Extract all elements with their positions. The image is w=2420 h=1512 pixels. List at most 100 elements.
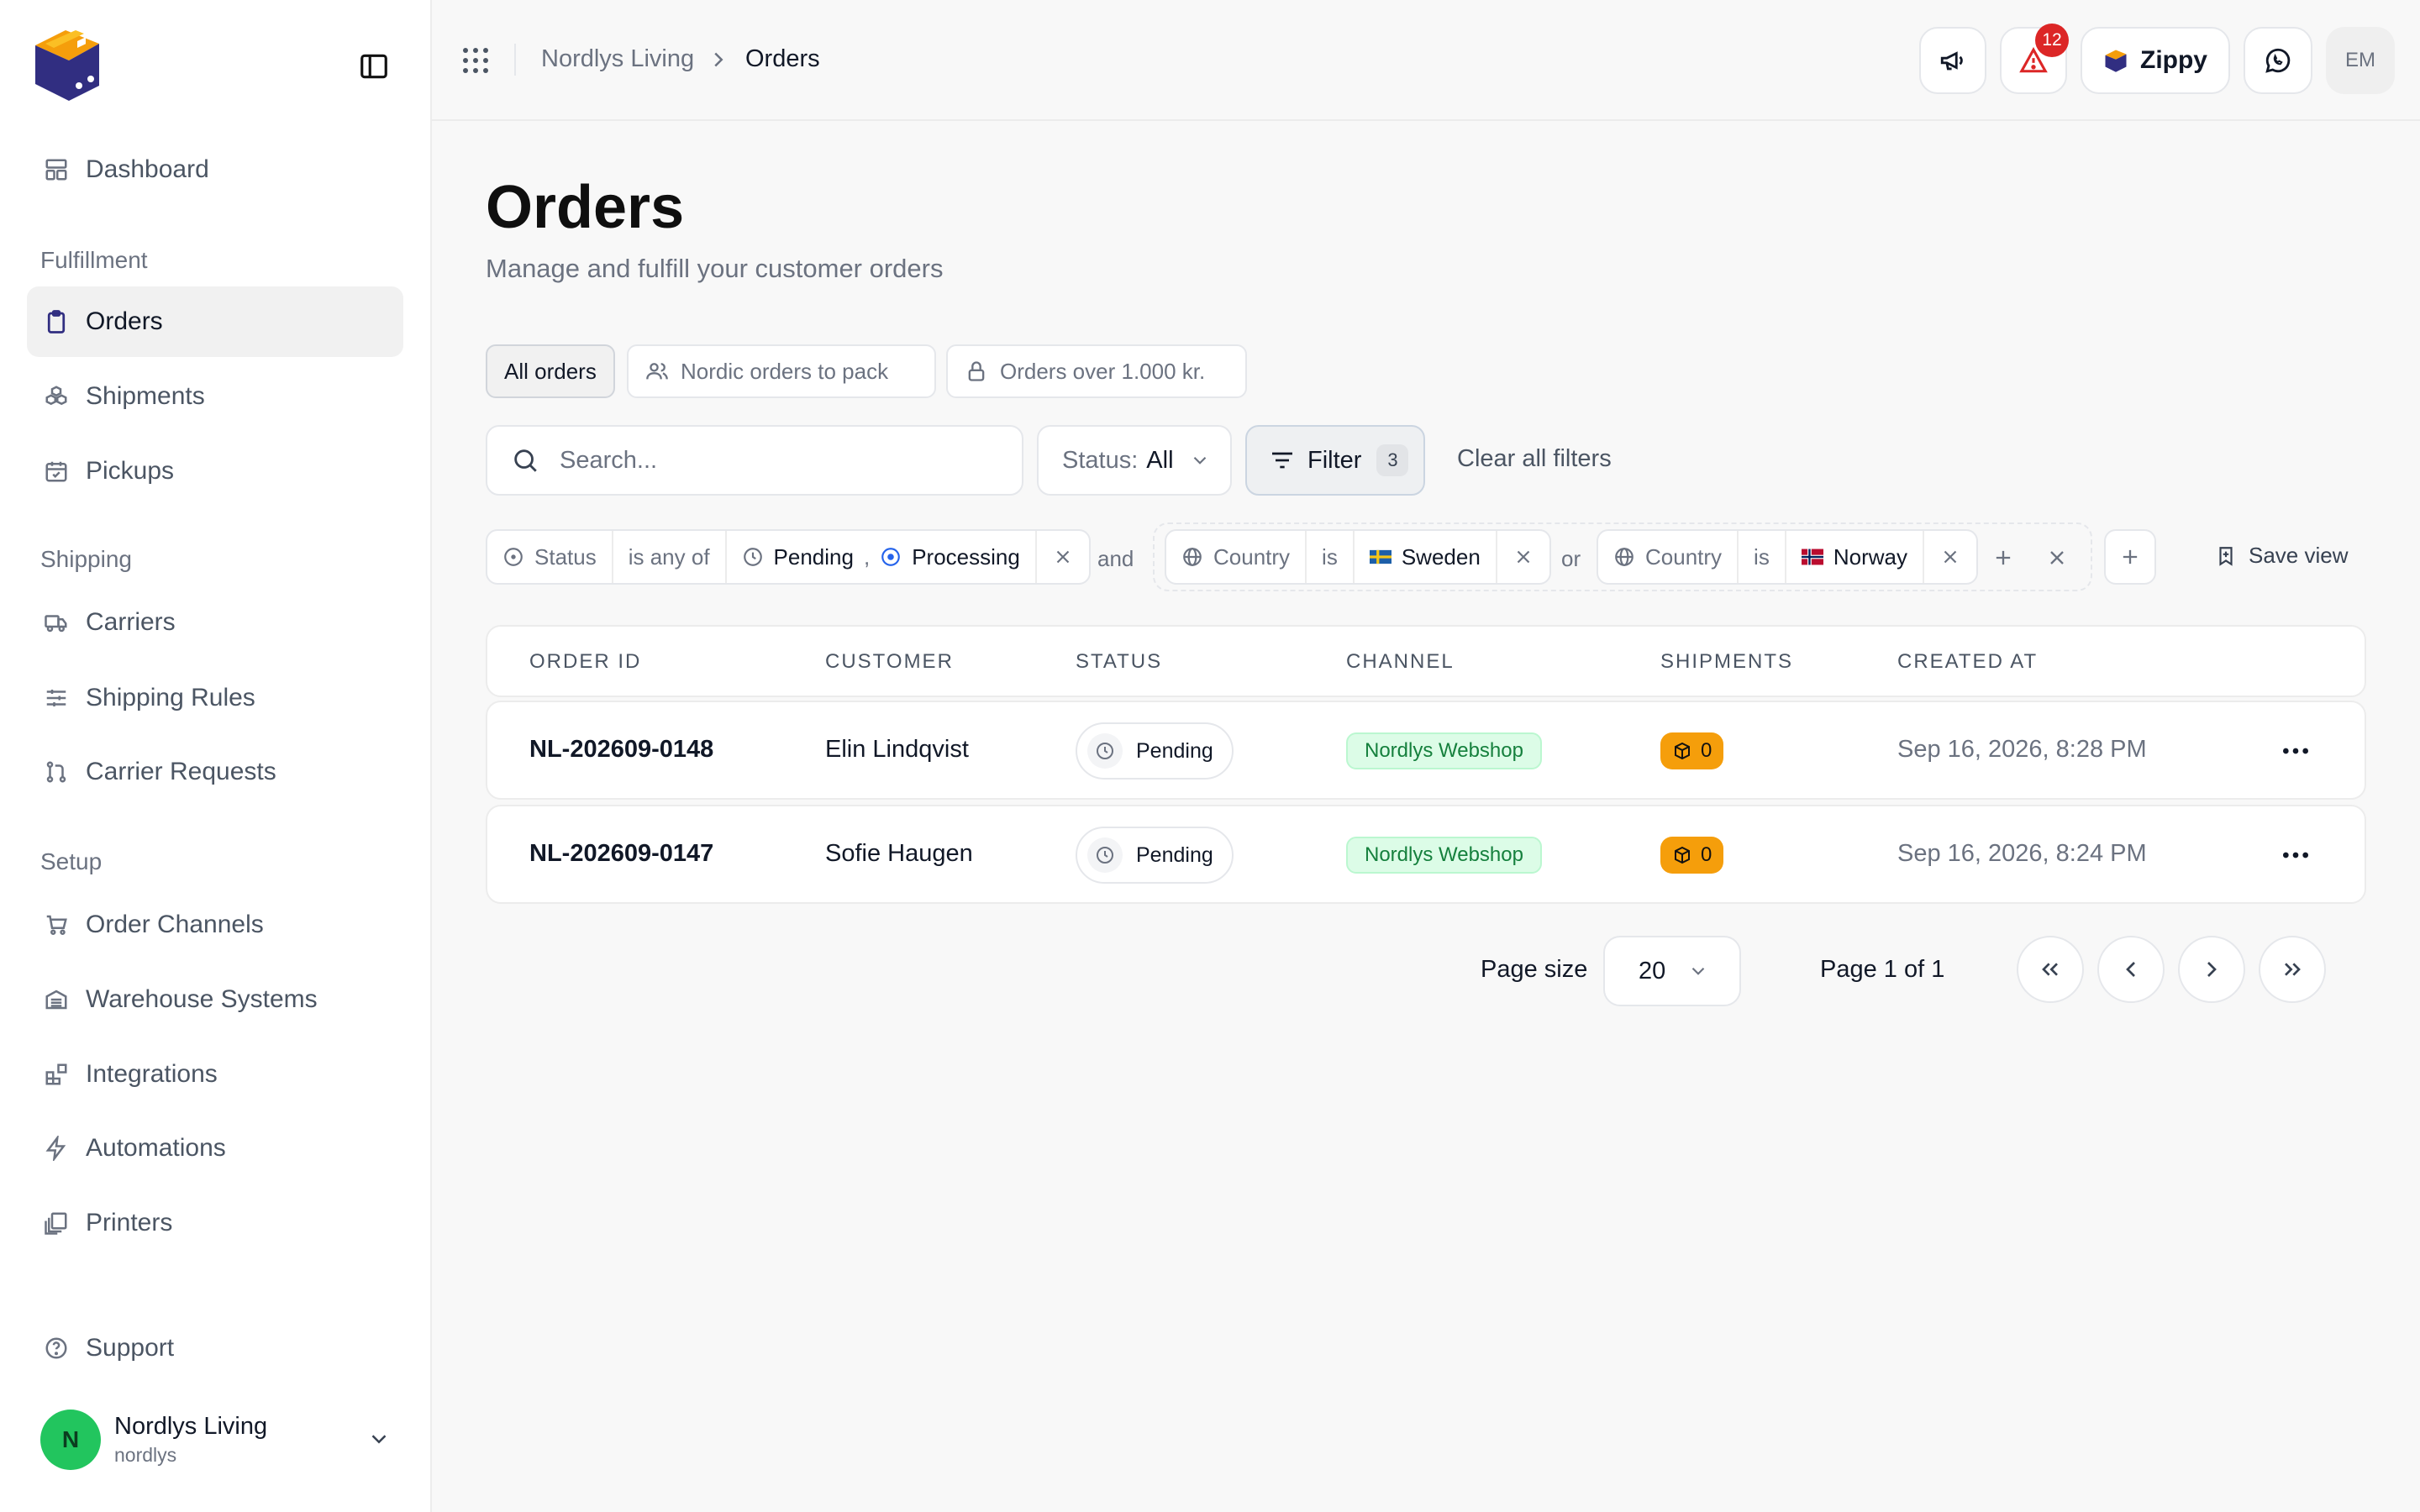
view-tab-nordic-orders[interactable]: Nordic orders to pack — [627, 344, 936, 398]
clock-icon — [743, 548, 762, 566]
remove-norway-filter-button[interactable] — [1924, 531, 1976, 583]
sidebar-item-support[interactable]: Support — [27, 1313, 403, 1383]
users-icon — [646, 363, 668, 380]
brand-zippy-button[interactable]: Zippy — [2081, 27, 2230, 94]
app-logo-icon[interactable] — [29, 27, 104, 104]
header-divider — [514, 44, 516, 76]
sidebar-item-orders[interactable]: Orders — [27, 286, 403, 357]
more-horizontal-icon[interactable] — [2279, 734, 2312, 768]
chip-field[interactable]: Country — [1598, 531, 1739, 583]
sidebar-item-integrations[interactable]: Integrations — [27, 1039, 403, 1110]
channel-badge: Nordlys Webshop — [1346, 837, 1542, 874]
page-size-select[interactable]: 20 — [1603, 936, 1741, 1006]
remove-country-group-button[interactable] — [2040, 541, 2074, 575]
chip-value-separator: , — [863, 543, 871, 570]
column-header-order-id[interactable]: ORDER ID — [529, 650, 641, 674]
view-tab-all-orders[interactable]: All orders — [486, 344, 615, 398]
workspace-switcher[interactable]: N Nordlys Living nordlys — [27, 1398, 403, 1482]
order-id-cell[interactable]: NL-202609-0148 — [529, 736, 713, 764]
sidebar-item-label: Order Channels — [86, 911, 264, 938]
chip-field-label: Status — [534, 543, 597, 570]
sidebar-toggle-icon[interactable] — [358, 50, 390, 82]
filter-button[interactable]: Filter 3 — [1245, 425, 1425, 496]
sidebar-item-shipping-rules[interactable]: Shipping Rules — [27, 663, 403, 733]
chip-field[interactable]: Country — [1166, 531, 1307, 583]
sidebar-item-label: Dashboard — [86, 155, 209, 183]
chat-bubble-icon — [2265, 48, 2291, 73]
chip-value-norway: Norway — [1833, 543, 1907, 570]
page-title: Orders — [486, 174, 685, 241]
last-page-button[interactable] — [2259, 936, 2326, 1003]
status-select[interactable]: Status: All — [1037, 425, 1232, 496]
customer-cell: Sofie Haugen — [825, 840, 973, 867]
sidebar-item-warehouse-systems[interactable]: Warehouse Systems — [27, 964, 403, 1035]
column-header-customer[interactable]: CUSTOMER — [825, 650, 954, 674]
save-view-label: Save view — [2249, 543, 2349, 568]
chevron-right-icon — [2207, 962, 2217, 977]
page-info: Page 1 of 1 — [1820, 956, 1945, 983]
sidebar-item-pickups[interactable]: Pickups — [27, 436, 403, 507]
column-header-channel[interactable]: CHANNEL — [1346, 650, 1455, 674]
sidebar-item-label: Printers — [86, 1209, 173, 1236]
truck-icon — [42, 608, 71, 637]
globe-icon — [1615, 548, 1634, 566]
chip-operator[interactable]: is any of — [613, 531, 727, 583]
column-header-created-at[interactable]: CREATED AT — [1897, 650, 2038, 674]
status-select-label: Status: — [1062, 446, 1139, 474]
chip-operator[interactable]: is — [1307, 531, 1355, 583]
bookmark-plus-icon — [2219, 546, 2233, 566]
breadcrumb-workspace[interactable]: Nordlys Living — [541, 45, 694, 73]
sidebar-item-dashboard[interactable]: Dashboard — [27, 134, 403, 205]
view-tab-orders-over-1000[interactable]: Orders over 1.000 kr. — [946, 344, 1247, 398]
alerts-button[interactable]: 12 — [2000, 24, 2069, 94]
more-horizontal-icon[interactable] — [2279, 838, 2312, 872]
chip-values[interactable]: Pending , Processing — [727, 531, 1037, 583]
remove-sweden-filter-button[interactable] — [1497, 531, 1549, 583]
table-row[interactable]: NL-202609-0147 Sofie Haugen Pending Nord… — [486, 805, 2366, 904]
sidebar-item-automations[interactable]: Automations — [27, 1113, 403, 1184]
column-header-shipments[interactable]: SHIPMENTS — [1660, 650, 1793, 674]
previous-page-button[interactable] — [2097, 936, 2165, 1003]
add-or-condition-button[interactable] — [1986, 541, 2020, 575]
apps-grid-icon[interactable] — [460, 45, 491, 76]
page-size-value: 20 — [1639, 957, 1666, 984]
sidebar-item-printers[interactable]: Printers — [27, 1188, 403, 1258]
chip-values[interactable]: Sweden — [1355, 531, 1497, 583]
table-row[interactable]: NL-202609-0148 Elin Lindqvist Pending No… — [486, 701, 2366, 800]
order-id-cell[interactable]: NL-202609-0147 — [529, 840, 713, 868]
close-icon — [1517, 550, 1530, 564]
search-input[interactable] — [560, 446, 980, 475]
shopping-cart-icon — [42, 911, 71, 939]
chip-field[interactable]: Status — [487, 531, 613, 583]
clear-filters-link[interactable]: Clear all filters — [1457, 445, 1612, 473]
chip-values[interactable]: Norway — [1786, 531, 1924, 583]
sidebar-item-label: Integrations — [86, 1060, 218, 1088]
sidebar-item-order-channels[interactable]: Order Channels — [27, 890, 403, 960]
sidebar-item-carrier-requests[interactable]: Carrier Requests — [27, 737, 403, 807]
chip-operator[interactable]: is — [1739, 531, 1786, 583]
chip-field-label: Country — [1645, 543, 1723, 570]
column-header-status[interactable]: STATUS — [1076, 650, 1162, 674]
user-avatar[interactable]: EM — [2326, 27, 2395, 94]
close-icon — [1056, 550, 1070, 564]
first-page-button[interactable] — [2017, 936, 2084, 1003]
layout-grid-icon — [42, 155, 71, 184]
sidebar-item-carriers[interactable]: Carriers — [27, 587, 403, 658]
next-page-button[interactable] — [2178, 936, 2245, 1003]
add-filter-button[interactable] — [2104, 529, 2156, 585]
chip-operator-label: is — [1322, 543, 1338, 570]
save-view-button[interactable]: Save view — [2215, 543, 2349, 569]
shipments-count: 0 — [1701, 843, 1712, 866]
boxes-icon — [42, 382, 71, 411]
sidebar-item-shipments[interactable]: Shipments — [27, 361, 403, 432]
chip-field-label: Country — [1213, 543, 1291, 570]
search-box[interactable] — [486, 425, 1023, 496]
announcements-button[interactable] — [1919, 27, 1986, 94]
calendar-check-icon — [42, 457, 71, 486]
created-at-cell: Sep 16, 2026, 8:24 PM — [1897, 840, 2147, 867]
remove-status-filter-button[interactable] — [1037, 531, 1089, 583]
chat-button[interactable] — [2244, 27, 2312, 94]
status-pill-label: Pending — [1136, 738, 1213, 763]
chevrons-left-icon — [2042, 963, 2058, 976]
sidebar-item-label: Carrier Requests — [86, 758, 276, 785]
